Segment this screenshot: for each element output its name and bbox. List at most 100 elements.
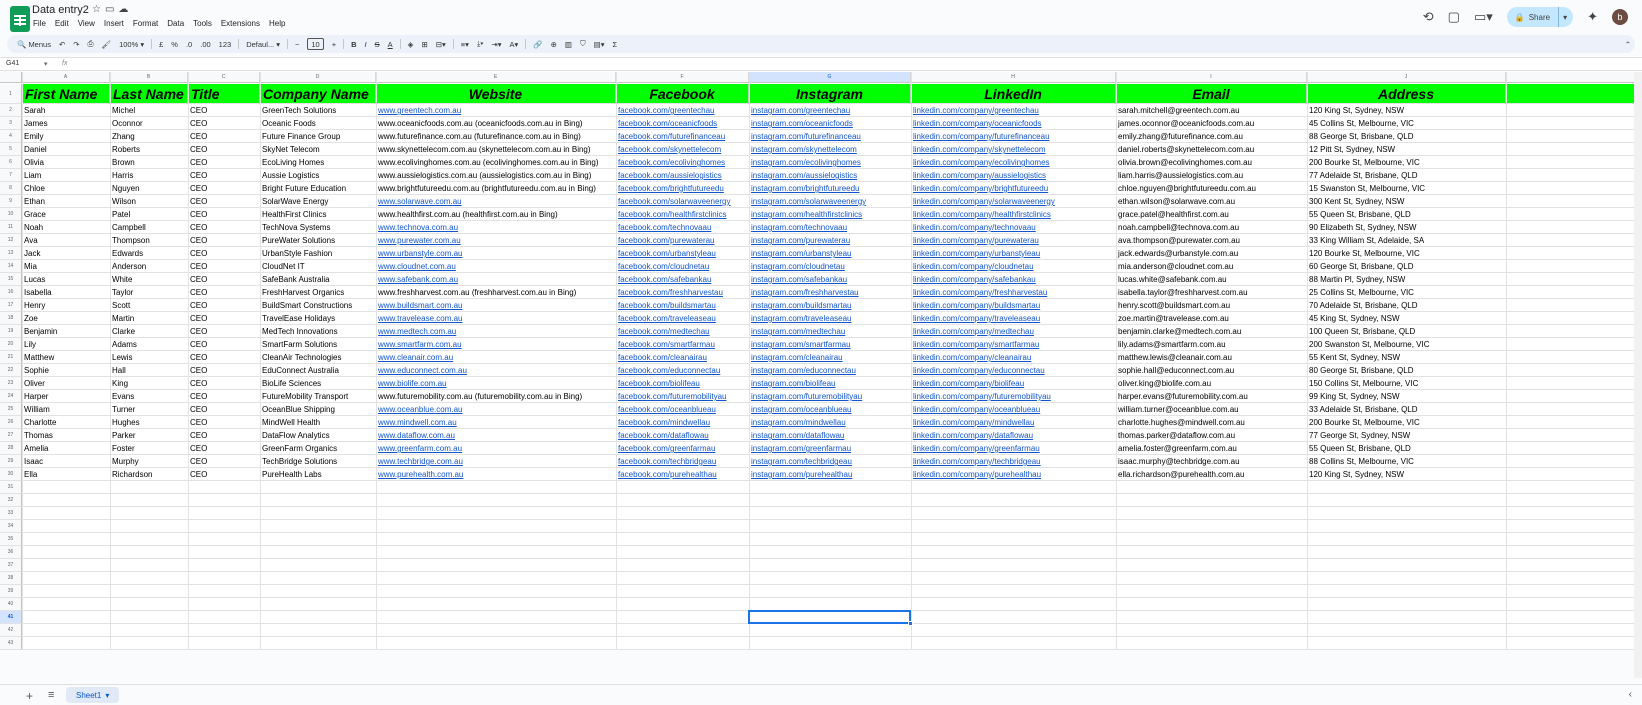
- meet-icon[interactable]: ▭▾: [1474, 9, 1493, 25]
- cell-website[interactable]: www.greentech.com.au: [376, 104, 616, 117]
- cell-address[interactable]: 15 Swanston St, Melbourne, VIC: [1307, 182, 1506, 195]
- cell-first-name[interactable]: Mia: [22, 260, 110, 273]
- cell-email[interactable]: thomas.parker@dataflow.com.au: [1116, 429, 1307, 442]
- cell-email[interactable]: liam.harris@aussielogistics.com.au: [1116, 169, 1307, 182]
- cell-address[interactable]: 100 Queen St, Brisbane, QLD: [1307, 325, 1506, 338]
- cell-instagram[interactable]: instagram.com/smartfarmau: [749, 338, 911, 351]
- cell-title[interactable]: CEO: [188, 312, 260, 325]
- cell-instagram[interactable]: instagram.com/solarwaveenergy: [749, 195, 911, 208]
- row-header[interactable]: 14: [0, 260, 22, 273]
- column-header-e[interactable]: E: [376, 72, 616, 83]
- cell-facebook[interactable]: facebook.com/buildsmartau: [616, 299, 749, 312]
- cell-company-name[interactable]: FutureMobility Transport: [260, 390, 376, 403]
- all-sheets-button[interactable]: ≡: [48, 689, 54, 701]
- cell-last-name[interactable]: King: [110, 377, 188, 390]
- cell-first-name[interactable]: Liam: [22, 169, 110, 182]
- column-header-b[interactable]: B: [110, 72, 188, 83]
- cell-first-name[interactable]: Sarah: [22, 104, 110, 117]
- vertical-align-icon[interactable]: ⤓▾: [473, 35, 487, 53]
- row-header[interactable]: 32: [0, 494, 22, 507]
- sheet-tab-dropdown-icon[interactable]: ▾: [105, 691, 109, 700]
- cell-company-name[interactable]: Aussie Logistics: [260, 169, 376, 182]
- cell-instagram[interactable]: instagram.com/futurefinanceau: [749, 130, 911, 143]
- cell-website[interactable]: www.buildsmart.com.au: [376, 299, 616, 312]
- cell-last-name[interactable]: Lewis: [110, 351, 188, 364]
- cell-website[interactable]: www.medtech.com.au: [376, 325, 616, 338]
- cell-linkedin[interactable]: linkedin.com/company/smartfarmau: [911, 338, 1116, 351]
- row-header[interactable]: 24: [0, 390, 22, 403]
- cell-address[interactable]: 60 George St, Brisbane, QLD: [1307, 260, 1506, 273]
- cell-linkedin[interactable]: linkedin.com/company/medtechau: [911, 325, 1116, 338]
- cell-first-name[interactable]: Olivia: [22, 156, 110, 169]
- row-header[interactable]: 40: [0, 598, 22, 611]
- collapse-toolbar-icon[interactable]: ⌃: [1621, 35, 1635, 53]
- side-panel-toggle-icon[interactable]: ‹: [1629, 689, 1632, 700]
- header-cell-address[interactable]: Address: [1307, 84, 1506, 104]
- column-header-k[interactable]: [1506, 72, 1638, 83]
- cell-title[interactable]: CEO: [188, 429, 260, 442]
- row-header[interactable]: 42: [0, 624, 22, 637]
- row-header[interactable]: 1: [0, 84, 22, 104]
- cell-email[interactable]: jack.edwards@urbanstyle.com.au: [1116, 247, 1307, 260]
- cell-last-name[interactable]: Edwards: [110, 247, 188, 260]
- avatar[interactable]: b: [1612, 9, 1628, 25]
- cell-company-name[interactable]: EduConnect Australia: [260, 364, 376, 377]
- vertical-scrollbar[interactable]: [1634, 72, 1642, 678]
- row-header[interactable]: 37: [0, 559, 22, 572]
- cell-linkedin[interactable]: linkedin.com/company/healthfirstclinics: [911, 208, 1116, 221]
- cell-last-name[interactable]: Foster: [110, 442, 188, 455]
- row-header[interactable]: 38: [0, 572, 22, 585]
- cell-address[interactable]: 55 Queen St, Brisbane, QLD: [1307, 442, 1506, 455]
- cell-company-name[interactable]: OceanBlue Shipping: [260, 403, 376, 416]
- cell-email[interactable]: charlotte.hughes@mindwell.com.au: [1116, 416, 1307, 429]
- fill-handle[interactable]: [908, 621, 913, 626]
- cell-website[interactable]: www.oceanblue.com.au: [376, 403, 616, 416]
- cell-facebook[interactable]: facebook.com/solarwaveenergy: [616, 195, 749, 208]
- cell-last-name[interactable]: Clarke: [110, 325, 188, 338]
- cell-linkedin[interactable]: linkedin.com/company/oceanblueau: [911, 403, 1116, 416]
- cell-linkedin[interactable]: linkedin.com/company/solarwaveenergy: [911, 195, 1116, 208]
- currency-button[interactable]: £: [155, 35, 167, 53]
- cell-company-name[interactable]: Future Finance Group: [260, 130, 376, 143]
- cell-email[interactable]: lucas.white@safebank.com.au: [1116, 273, 1307, 286]
- cell-address[interactable]: 200 Swanston St, Melbourne, VIC: [1307, 338, 1506, 351]
- insert-link-icon[interactable]: 🔗: [529, 35, 546, 53]
- cell-first-name[interactable]: William: [22, 403, 110, 416]
- cell-instagram[interactable]: instagram.com/greenfarmau: [749, 442, 911, 455]
- comments-icon[interactable]: ▢: [1448, 9, 1460, 25]
- cell-last-name[interactable]: Scott: [110, 299, 188, 312]
- font-size-decrease[interactable]: −: [291, 35, 303, 53]
- percent-button[interactable]: %: [167, 35, 182, 53]
- cell-first-name[interactable]: James: [22, 117, 110, 130]
- cell-first-name[interactable]: Daniel: [22, 143, 110, 156]
- cell-email[interactable]: henry.scott@buildsmart.com.au: [1116, 299, 1307, 312]
- cell-first-name[interactable]: Emily: [22, 130, 110, 143]
- cell-company-name[interactable]: TravelEase Holidays: [260, 312, 376, 325]
- row-header[interactable]: 30: [0, 468, 22, 481]
- cell-facebook[interactable]: facebook.com/oceanblueau: [616, 403, 749, 416]
- cell-facebook[interactable]: facebook.com/futurefinanceau: [616, 130, 749, 143]
- cell-last-name[interactable]: Thompson: [110, 234, 188, 247]
- cell-website[interactable]: www.aussielogistics.com.au (aussielogist…: [376, 169, 616, 182]
- cloud-status-icon[interactable]: ☁: [118, 4, 132, 15]
- cell-address[interactable]: 150 Collins St, Melbourne, VIC: [1307, 377, 1506, 390]
- increase-decimal-button[interactable]: .00: [196, 35, 214, 53]
- cell-linkedin[interactable]: linkedin.com/company/oceanicfoods: [911, 117, 1116, 130]
- cell-company-name[interactable]: CleanAir Technologies: [260, 351, 376, 364]
- cell-address[interactable]: 120 King St, Sydney, NSW: [1307, 104, 1506, 117]
- search-menus[interactable]: 🔍 Menus: [13, 35, 55, 53]
- print-icon[interactable]: ⎙: [84, 35, 98, 53]
- cell-facebook[interactable]: facebook.com/aussielogistics: [616, 169, 749, 182]
- cell-first-name[interactable]: Oliver: [22, 377, 110, 390]
- cell-address[interactable]: 300 Kent St, Sydney, NSW: [1307, 195, 1506, 208]
- menu-file[interactable]: File: [33, 19, 46, 28]
- cell-facebook[interactable]: facebook.com/medtechau: [616, 325, 749, 338]
- column-header-h[interactable]: H: [911, 72, 1116, 83]
- row-header[interactable]: 28: [0, 442, 22, 455]
- cell-company-name[interactable]: SafeBank Australia: [260, 273, 376, 286]
- menu-insert[interactable]: Insert: [104, 19, 124, 28]
- cell-company-name[interactable]: BioLife Sciences: [260, 377, 376, 390]
- cell-email[interactable]: chloe.nguyen@brightfutureedu.com.au: [1116, 182, 1307, 195]
- horizontal-align-icon[interactable]: ≡▾: [457, 35, 473, 53]
- cell-title[interactable]: CEO: [188, 455, 260, 468]
